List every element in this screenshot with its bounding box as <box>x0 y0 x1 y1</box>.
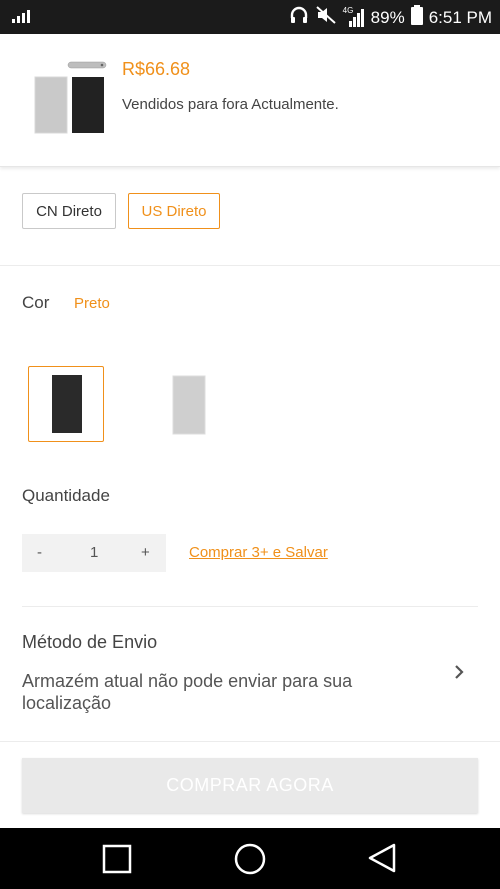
status-bar: 4G 89% 6:51 PM <box>0 0 500 34</box>
divider <box>0 741 500 742</box>
quantity-stepper: - 1 + <box>22 534 166 572</box>
signal-icon <box>12 9 32 28</box>
clock: 6:51 PM <box>428 7 492 27</box>
availability-text: Vendidos para fora Actualmente. <box>122 96 339 113</box>
headphones-icon <box>289 5 309 30</box>
divider <box>22 606 478 607</box>
quantity-value[interactable]: 1 <box>90 544 98 561</box>
chevron-right-icon[interactable] <box>452 662 466 687</box>
back-icon[interactable] <box>366 842 398 879</box>
product-price: R$66.68 <box>122 59 191 79</box>
network-signal-icon: 4G <box>343 6 365 28</box>
recent-apps-icon[interactable] <box>102 844 132 879</box>
quantity-label: Quantidade <box>22 486 110 505</box>
ship-option-us-direto[interactable]: US Direto <box>128 193 220 229</box>
quantity-increment-button[interactable]: + <box>141 544 150 561</box>
product-summary: R$66.68 Vendidos para fora Actualmente. <box>0 34 500 167</box>
bulk-discount-link[interactable]: Comprar 3+ e Salvar <box>189 544 328 561</box>
mute-icon <box>315 5 337 30</box>
selected-color-value: Preto <box>74 295 110 312</box>
battery-icon <box>410 5 423 30</box>
color-swatch-black[interactable] <box>28 366 104 442</box>
battery-level: 89% <box>370 7 405 27</box>
ship-option-cn-direto[interactable]: CN Direto <box>22 193 116 229</box>
shipping-method-message[interactable]: Armazém atual não pode enviar para sua l… <box>22 670 412 714</box>
color-swatch-silver[interactable] <box>150 366 226 442</box>
product-thumbnail <box>30 60 110 140</box>
navigation-bar <box>0 828 500 889</box>
divider <box>0 265 500 266</box>
color-label: Cor <box>22 293 50 312</box>
shipping-method-title: Método de Envio <box>22 632 158 652</box>
buy-now-button[interactable]: COMPRAR AGORA <box>22 758 478 813</box>
quantity-decrement-button[interactable]: - <box>37 544 42 561</box>
home-icon[interactable] <box>233 842 267 881</box>
